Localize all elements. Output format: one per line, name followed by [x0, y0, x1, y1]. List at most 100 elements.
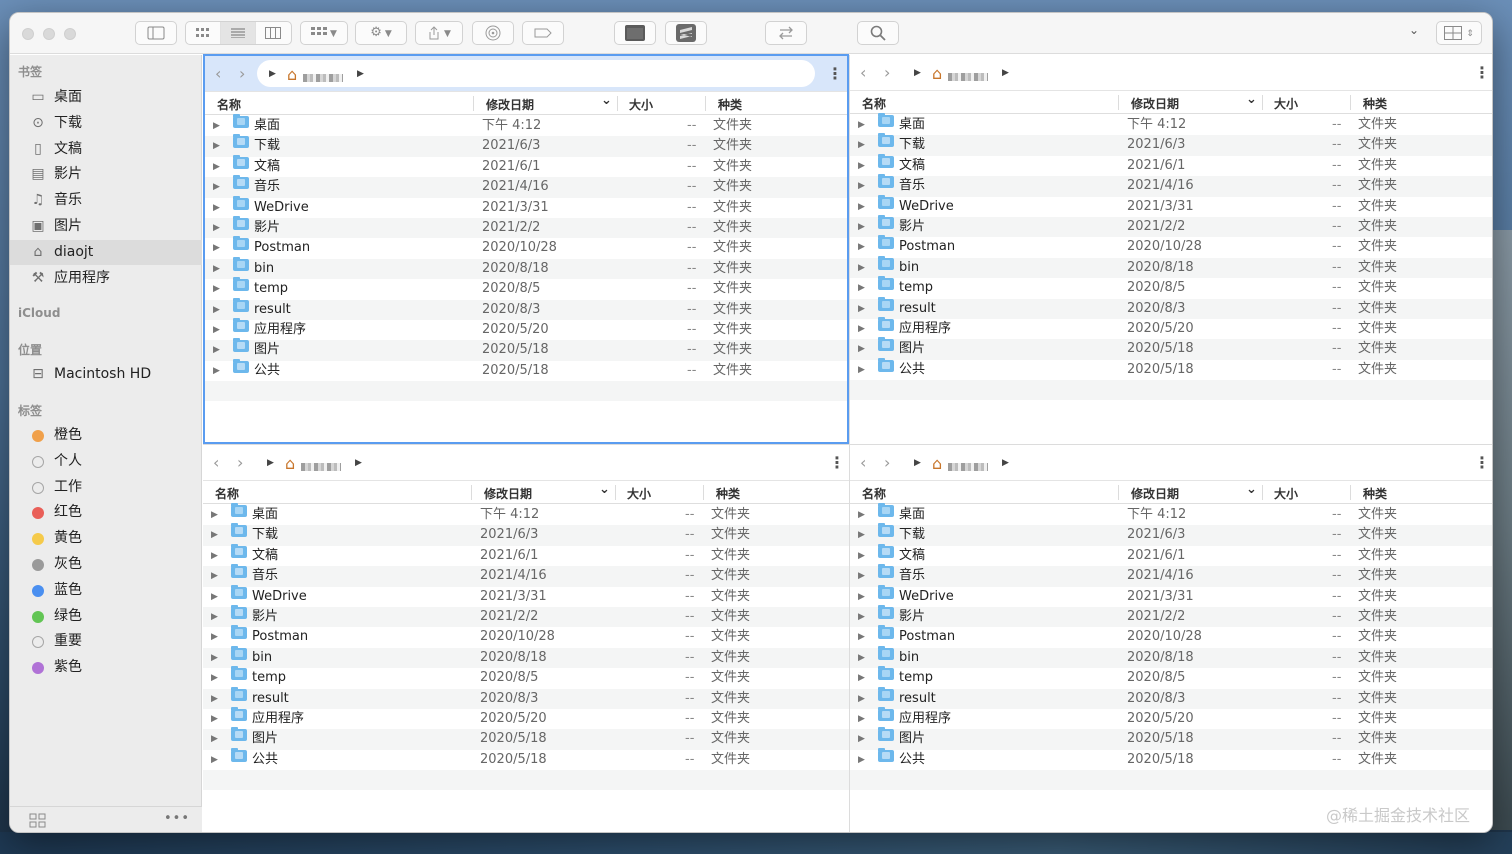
disclosure-triangle-icon[interactable]: ▶ [858, 319, 865, 339]
sidebar-tag-item[interactable]: 个人 [10, 449, 202, 474]
disclosure-triangle-icon[interactable]: ▶ [211, 505, 218, 525]
list-view-button[interactable] [221, 22, 256, 44]
disclosure-triangle-icon[interactable]: ▶ [211, 729, 218, 749]
table-row[interactable]: ▶ 影片 2021/2/2 -- 文件夹 [205, 215, 847, 239]
path-control[interactable]: ▶ ⌂ ▶ [255, 449, 425, 476]
forward-icon[interactable]: › [884, 63, 890, 82]
disclosure-triangle-icon[interactable]: ▶ [211, 689, 218, 709]
pane-more-icon[interactable]: ⋮ [1474, 63, 1490, 82]
column-date-header[interactable]: 修改日期 [1131, 485, 1179, 502]
column-divider[interactable] [1350, 485, 1351, 500]
table-row[interactable]: ▶ temp 2020/8/5 -- 文件夹 [850, 276, 1492, 298]
table-row[interactable]: ▶ WeDrive 2021/3/31 -- 文件夹 [850, 584, 1492, 607]
airdrop-button[interactable] [472, 21, 514, 45]
column-size-header[interactable]: 大小 [1274, 485, 1298, 502]
path-control[interactable]: ▶ ⌂ ▶ [902, 449, 1072, 476]
sidebar-tag-item[interactable]: 重要 [10, 629, 202, 654]
table-row[interactable]: ▶ 影片 2021/2/2 -- 文件夹 [850, 214, 1492, 238]
column-date-header[interactable]: 修改日期 [1131, 95, 1179, 112]
disclosure-triangle-icon[interactable]: ▶ [858, 607, 865, 627]
toolbar-overflow-chevron-icon[interactable]: ⌄ [1409, 23, 1419, 37]
table-row[interactable]: ▶ 图片 2020/5/18 -- 文件夹 [205, 338, 847, 361]
column-divider[interactable] [473, 96, 474, 111]
disclosure-triangle-icon[interactable]: ▶ [211, 648, 218, 668]
sidebar-tag-item[interactable]: 黄色 [10, 526, 202, 551]
disclosure-triangle-icon[interactable]: ▶ [858, 339, 865, 359]
disclosure-triangle-icon[interactable]: ▶ [858, 360, 865, 380]
zoom-button[interactable] [64, 28, 76, 40]
table-row[interactable]: ▶ 文稿 2021/6/1 -- 文件夹 [850, 543, 1492, 566]
table-row[interactable]: ▶ 应用程序 2020/5/20 -- 文件夹 [203, 706, 849, 729]
sidebar-tag-item[interactable]: 绿色 [10, 604, 202, 629]
group-button[interactable]: ▼ [300, 21, 348, 45]
disclosure-triangle-icon[interactable]: ▶ [211, 750, 218, 770]
disclosure-triangle-icon[interactable]: ▶ [213, 177, 220, 197]
disclosure-triangle-icon[interactable]: ▶ [213, 259, 220, 279]
column-name-header[interactable]: 名称 [217, 96, 241, 113]
table-row[interactable]: ▶ 桌面 下午 4:12 -- 文件夹 [850, 113, 1492, 135]
table-row[interactable]: ▶ temp 2020/8/5 -- 文件夹 [203, 666, 849, 688]
sidebar-item[interactable]: ♫ 音乐 [10, 188, 202, 213]
column-date-header[interactable]: 修改日期 [484, 485, 532, 502]
disclosure-triangle-icon[interactable]: ▶ [858, 668, 865, 688]
column-divider[interactable] [1118, 95, 1119, 110]
disclosure-triangle-icon[interactable]: ▶ [858, 197, 865, 217]
disclosure-triangle-icon[interactable]: ▶ [213, 157, 220, 177]
table-row[interactable]: ▶ Postman 2020/10/28 -- 文件夹 [850, 235, 1492, 257]
table-row[interactable]: ▶ 桌面 下午 4:12 -- 文件夹 [203, 503, 849, 525]
pane-more-icon[interactable]: ⋮ [829, 453, 845, 472]
pane-more-icon[interactable]: ⋮ [827, 64, 843, 83]
table-row[interactable]: ▶ 公共 2020/5/18 -- 文件夹 [203, 747, 849, 770]
disclosure-triangle-icon[interactable]: ▶ [211, 525, 218, 545]
disclosure-triangle-icon[interactable]: ▶ [858, 299, 865, 319]
table-row[interactable]: ▶ 下载 2021/6/3 -- 文件夹 [205, 134, 847, 157]
column-divider[interactable] [1118, 485, 1119, 500]
table-row[interactable]: ▶ bin 2020/8/18 -- 文件夹 [205, 256, 847, 280]
sort-chevron-icon[interactable]: ⌄ [1246, 92, 1257, 107]
sublime-button[interactable] [665, 21, 707, 45]
disclosure-triangle-icon[interactable]: ▶ [213, 340, 220, 360]
icon-view-button[interactable] [187, 22, 222, 44]
terminal-button[interactable] [614, 21, 656, 45]
table-row[interactable]: ▶ 公共 2020/5/18 -- 文件夹 [850, 357, 1492, 380]
disclosure-triangle-icon[interactable]: ▶ [213, 116, 220, 136]
forward-icon[interactable]: › [237, 453, 243, 472]
sidebar-config-icon[interactable] [29, 813, 47, 829]
column-kind-header[interactable]: 种类 [716, 485, 740, 502]
disclosure-triangle-icon[interactable]: ▶ [858, 709, 865, 729]
sort-chevron-icon[interactable]: ⌄ [1246, 482, 1257, 497]
table-row[interactable]: ▶ WeDrive 2021/3/31 -- 文件夹 [205, 195, 847, 218]
table-row[interactable]: ▶ 应用程序 2020/5/20 -- 文件夹 [850, 316, 1492, 339]
pane-more-icon[interactable]: ⋮ [1474, 453, 1490, 472]
column-kind-header[interactable]: 种类 [1363, 95, 1387, 112]
column-size-header[interactable]: 大小 [629, 96, 653, 113]
disclosure-triangle-icon[interactable]: ▶ [213, 320, 220, 340]
table-row[interactable]: ▶ 音乐 2021/4/16 -- 文件夹 [203, 564, 849, 587]
sidebar-tag-item[interactable]: 紫色 [10, 655, 202, 680]
disclosure-triangle-icon[interactable]: ▶ [858, 525, 865, 545]
table-row[interactable]: ▶ result 2020/8/3 -- 文件夹 [205, 297, 847, 320]
table-row[interactable]: ▶ 图片 2020/5/18 -- 文件夹 [850, 337, 1492, 360]
sidebar-tag-item[interactable]: 橙色 [10, 423, 202, 448]
table-row[interactable]: ▶ 文稿 2021/6/1 -- 文件夹 [205, 154, 847, 177]
disclosure-triangle-icon[interactable]: ▶ [858, 689, 865, 709]
sidebar-item[interactable]: ⚒ 应用程序 [10, 266, 202, 291]
disclosure-triangle-icon[interactable]: ▶ [211, 709, 218, 729]
sidebar-tag-item[interactable]: 蓝色 [10, 578, 202, 603]
table-row[interactable]: ▶ 公共 2020/5/18 -- 文件夹 [205, 358, 847, 381]
column-divider[interactable] [1350, 95, 1351, 110]
sidebar-item[interactable]: ⊟ Macintosh HD [10, 362, 202, 387]
path-disclosure-icon[interactable]: ▶ [269, 69, 276, 79]
disclosure-triangle-icon[interactable]: ▶ [858, 176, 865, 196]
table-row[interactable]: ▶ 音乐 2021/4/16 -- 文件夹 [850, 564, 1492, 587]
disclosure-triangle-icon[interactable]: ▶ [211, 587, 218, 607]
action-button[interactable]: ⚙ ▼ [355, 21, 407, 45]
sidebar-item[interactable]: ⌂ diaojt [10, 239, 202, 265]
search-button[interactable] [857, 21, 899, 45]
table-row[interactable]: ▶ 音乐 2021/4/16 -- 文件夹 [205, 175, 847, 198]
pane-bottom-right[interactable]: ‹ › ▶ ⌂ ▶ ⋮ 名称 修改日期 ⌄ 大小 种类 ▶ 桌面 下午 4:12 -- 文件夹 ▶ 下载 2021/… [849, 444, 1492, 832]
column-divider[interactable] [617, 96, 618, 111]
path-disclosure-icon[interactable]: ▶ [914, 68, 921, 78]
sort-chevron-icon[interactable]: ⌄ [599, 482, 610, 497]
table-row[interactable]: ▶ bin 2020/8/18 -- 文件夹 [850, 645, 1492, 669]
